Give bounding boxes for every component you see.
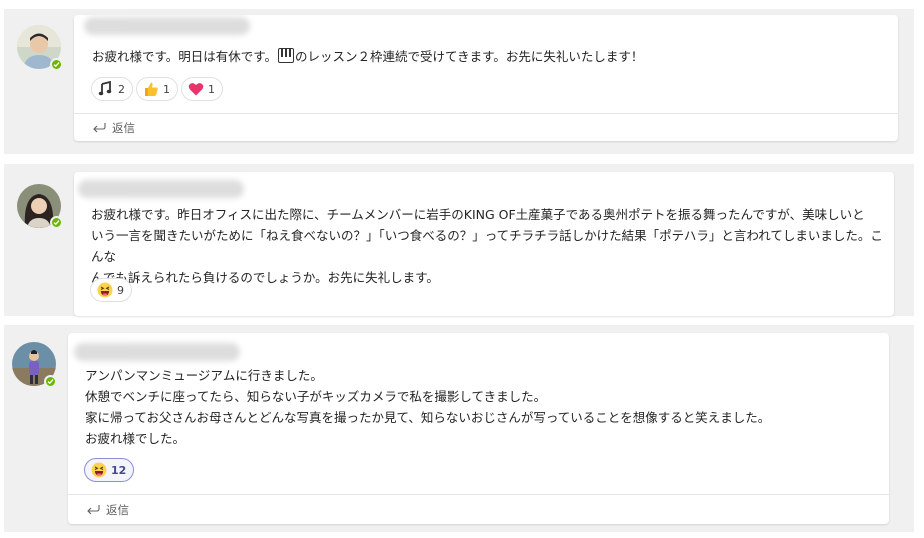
status-available-icon: [50, 58, 63, 71]
reaction-laugh-button[interactable]: 9: [90, 278, 132, 302]
reaction-bar: 2 1 1: [91, 77, 223, 101]
reply-arrow-icon: [93, 122, 106, 132]
message-text: お疲れ様です。昨日オフィスに出た際に、チームメンバーに岩手のKING OF土産菓…: [91, 207, 883, 285]
laughing-face-icon: [97, 282, 113, 298]
reaction-count: 12: [111, 463, 127, 477]
reaction-like-button[interactable]: 1: [136, 77, 178, 101]
reply-button[interactable]: 返信: [74, 113, 898, 141]
heart-icon: [188, 81, 204, 97]
thumbs-up-icon: [143, 81, 159, 97]
reaction-bar: 9: [90, 278, 132, 302]
author-name: [74, 343, 240, 361]
reaction-count: 2: [118, 82, 125, 96]
author-name: [78, 180, 244, 198]
piano-icon: [278, 48, 295, 63]
reaction-bar: 12: [84, 458, 135, 482]
message-text: アンパンマンミュージアムに行きました。 休憩でベンチに座ってたら、知らない子がキ…: [85, 368, 771, 446]
laughing-face-icon: [91, 462, 107, 478]
message-card: お疲れ様です。明日は有休です。 のレッスン２枠連続で受けてきます。お先に失礼いたし…: [74, 15, 898, 141]
reaction-laugh-button[interactable]: 12: [84, 458, 135, 482]
reply-button[interactable]: 返信: [68, 494, 889, 524]
reaction-music-button[interactable]: 2: [91, 77, 133, 101]
reaction-count: 1: [163, 82, 170, 96]
reply-arrow-icon: [87, 504, 100, 514]
reply-label: 返信: [106, 502, 129, 517]
reaction-count: 9: [117, 283, 124, 297]
reaction-count: 1: [208, 82, 215, 96]
reaction-heart-button[interactable]: 1: [181, 77, 223, 101]
music-notes-icon: [98, 80, 114, 97]
status-available-icon: [50, 216, 63, 229]
message-card: お疲れ様です。昨日オフィスに出た際に、チームメンバーに岩手のKING OF土産菓…: [74, 172, 894, 316]
reply-label: 返信: [112, 120, 135, 135]
status-available-icon: [44, 375, 57, 388]
message-card: アンパンマンミュージアムに行きました。 休憩でベンチに座ってたら、知らない子がキ…: [68, 333, 889, 524]
author-name: [84, 17, 250, 35]
message-text: お疲れ様です。明日は有休です。 のレッスン２枠連続で受けてきます。お先に失礼いたし…: [92, 48, 644, 64]
